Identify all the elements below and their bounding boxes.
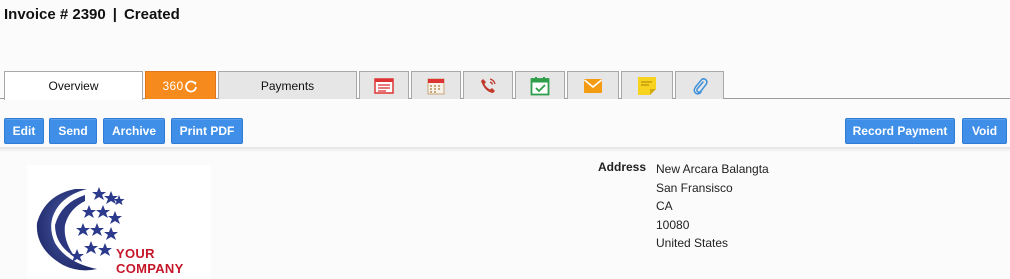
tab-360-label: 360 [162, 78, 184, 93]
tab-payments[interactable]: Payments [218, 71, 357, 99]
void-button[interactable]: Void [962, 118, 1007, 144]
address-line-country: United States [656, 236, 729, 251]
address-line-street: New Arcara Balangta [656, 162, 769, 176]
tab-tasks[interactable] [515, 71, 565, 99]
address-label: Address [598, 160, 647, 174]
address-line-city: San Fransisco [656, 180, 733, 195]
address-block: New Arcara Balangta San Fransisco CA 100… [656, 160, 769, 253]
toolbar-divider [0, 147, 1010, 152]
calendar-icon [427, 78, 445, 94]
refresh-icon [185, 80, 198, 92]
edit-button[interactable]: Edit [4, 118, 44, 144]
address-line-state: CA [656, 199, 673, 214]
paperclip-icon [693, 77, 708, 95]
page-title: Invoice # 2390 | Created [4, 4, 180, 24]
phone-icon [481, 77, 496, 93]
tab-notes[interactable] [621, 71, 673, 99]
tab-360[interactable]: 360 [145, 71, 216, 99]
tab-attachments[interactable] [675, 71, 724, 99]
calendar-check-icon [530, 76, 550, 95]
logo-text-line2: COMPANY [116, 261, 184, 276]
logo-text-line1: YOUR [116, 246, 155, 261]
tab-overview[interactable]: Overview [4, 71, 143, 100]
invoice-status: Created [123, 5, 180, 23]
invoice-number: Invoice # 2390 [4, 5, 106, 23]
tab-payments-label: Payments [260, 78, 315, 93]
tab-bar: Overview 360 Payments [0, 70, 1010, 100]
tab-overview-label: Overview [48, 79, 99, 93]
tab-invoices[interactable] [359, 71, 409, 99]
archive-button[interactable]: Archive [103, 118, 165, 144]
record-payment-button[interactable]: Record Payment [845, 118, 955, 144]
company-logo: YOUR COMPANY [27, 165, 211, 279]
tab-calendar[interactable] [411, 71, 461, 99]
title-separator: | [112, 5, 117, 23]
address-line-zip: 10080 [656, 217, 690, 232]
tab-emails[interactable] [567, 71, 619, 99]
document-list-icon [374, 77, 394, 94]
tab-calls[interactable] [463, 71, 513, 99]
send-button[interactable]: Send [49, 118, 97, 144]
print-pdf-button[interactable]: Print PDF [171, 118, 243, 144]
envelope-icon [583, 78, 603, 93]
sticky-note-icon [638, 76, 656, 95]
